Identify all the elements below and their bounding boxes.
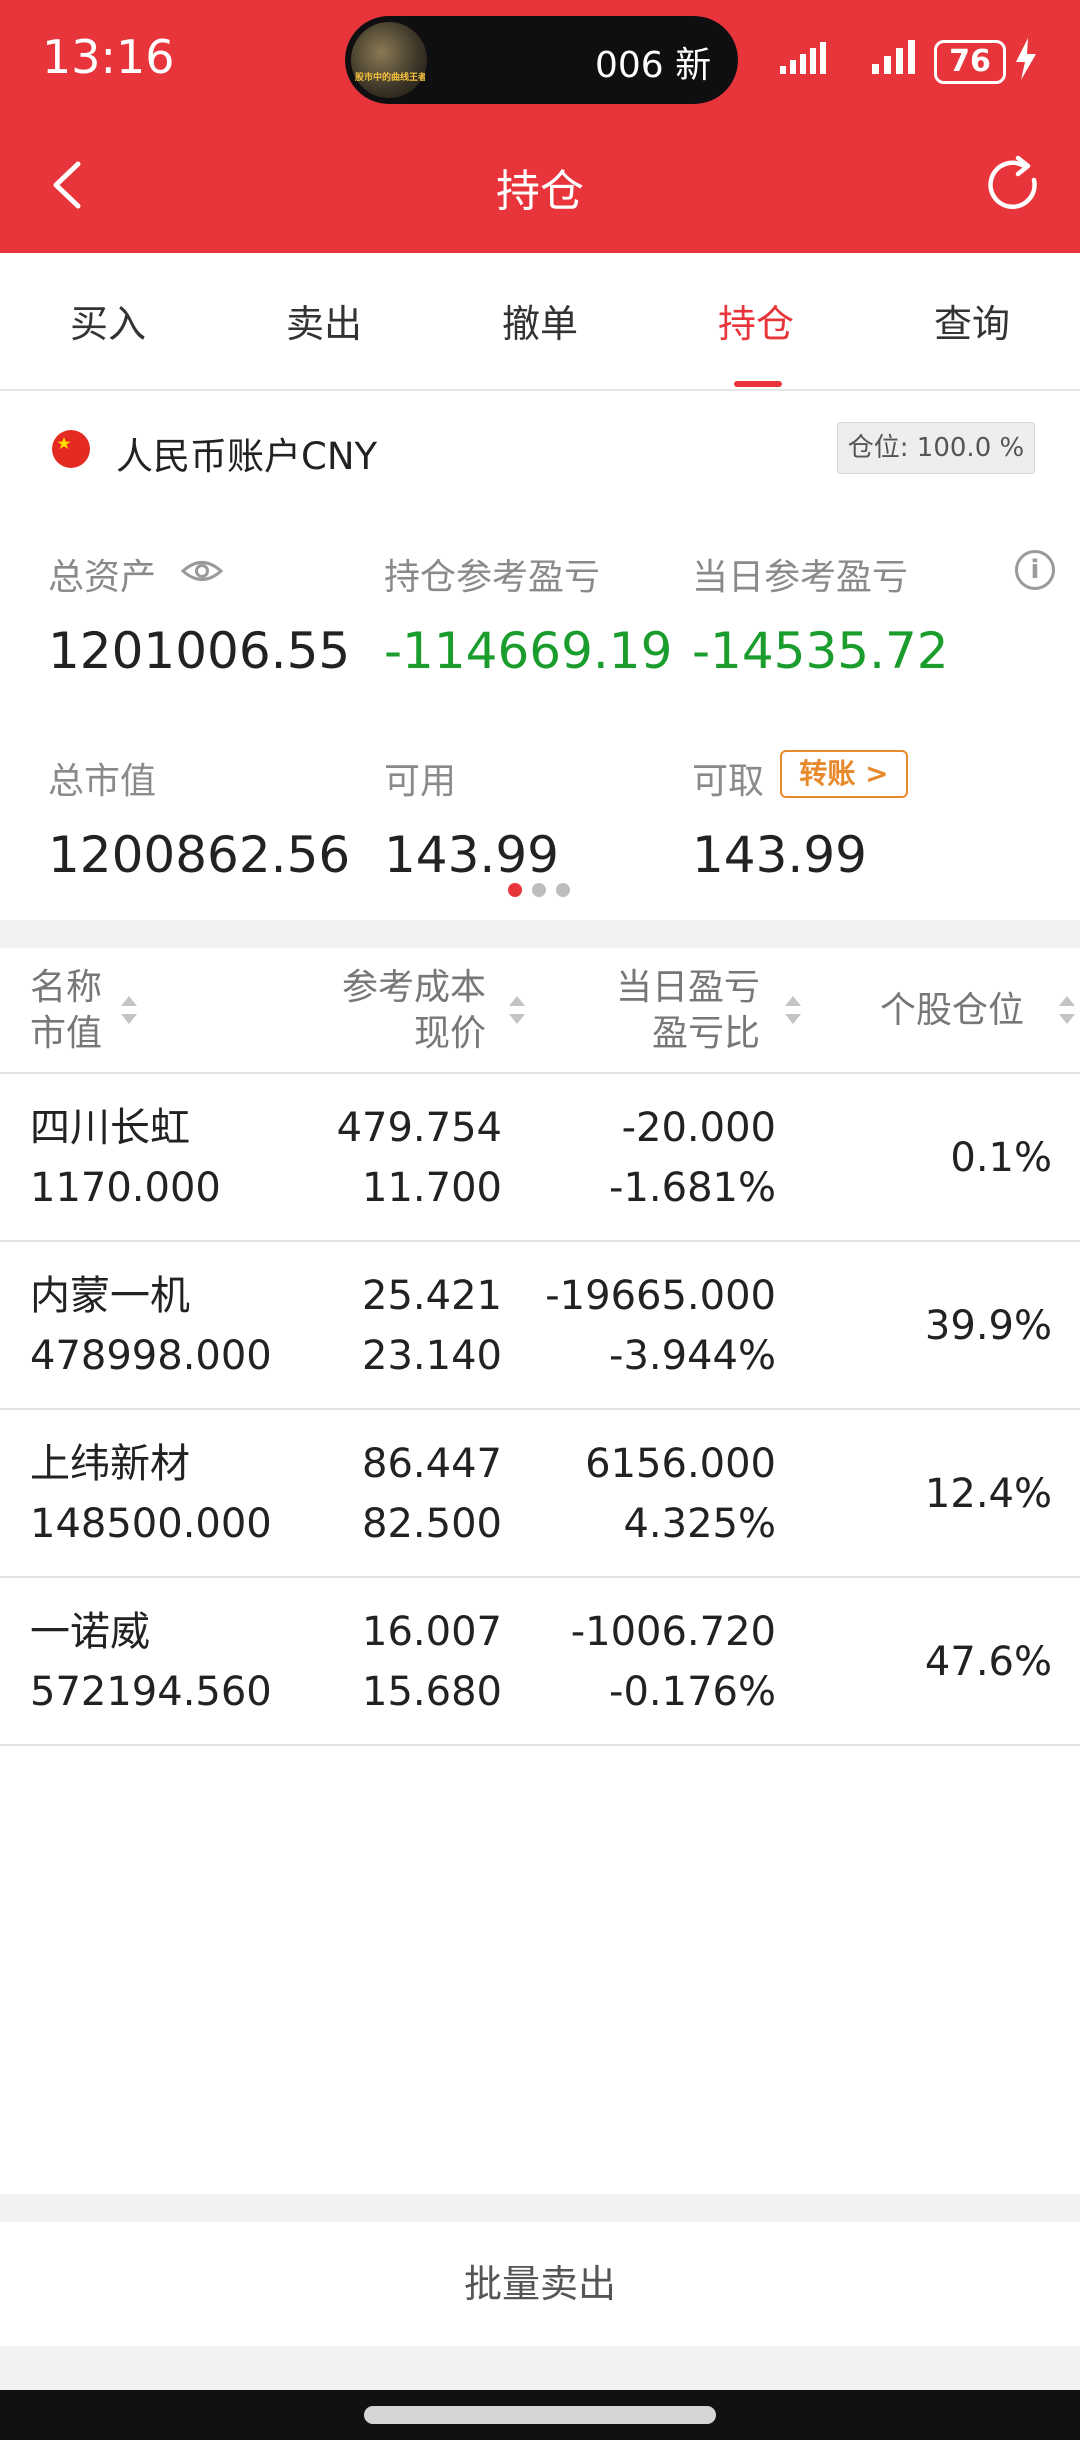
stock-cost: 479.754 <box>336 1105 502 1151</box>
china-flag-icon <box>52 430 90 468</box>
transfer-button[interactable]: 转账 > <box>780 750 908 798</box>
stock-market-value: 1170.000 <box>30 1165 221 1211</box>
sort-icon[interactable] <box>782 992 804 1028</box>
page-title: 持仓 <box>496 166 584 217</box>
header-pl-ratio[interactable]: 盈亏比 <box>560 1011 760 1057</box>
stock-pl-ratio: -3.944% <box>609 1333 776 1379</box>
stock-cost: 25.421 <box>362 1273 502 1319</box>
stock-name: 四川长虹 <box>30 1105 190 1151</box>
signal-icon-2 <box>872 40 915 74</box>
header-cost[interactable]: 参考成本 <box>280 965 486 1011</box>
header-price[interactable]: 现价 <box>280 1011 486 1057</box>
section-divider <box>0 920 1080 948</box>
header-name[interactable]: 名称 <box>30 965 102 1011</box>
home-indicator[interactable] <box>364 2406 716 2424</box>
withdrawable-value: 143.99 <box>692 826 867 884</box>
total-assets-value: 1201006.55 <box>48 622 351 680</box>
page-dot[interactable] <box>556 883 570 897</box>
stock-name: 上纬新材 <box>30 1441 190 1487</box>
battery-level: 76 <box>949 44 991 79</box>
stock-daily-pl: 6156.000 <box>585 1441 776 1487</box>
tab-cancel[interactable]: 撤单 <box>432 293 648 348</box>
daily-pl-value: -14535.72 <box>692 622 949 680</box>
stock-weight: 39.9% <box>924 1303 1052 1349</box>
tab-sell[interactable]: 卖出 <box>216 293 432 348</box>
stock-weight: 47.6% <box>924 1639 1052 1685</box>
section-divider <box>0 2194 1080 2222</box>
info-icon[interactable]: i <box>1015 550 1055 590</box>
stock-price: 15.680 <box>362 1669 502 1715</box>
status-time: 13:16 <box>42 30 175 84</box>
battery-icon: 76 <box>934 40 1006 84</box>
stock-pl-ratio: -0.176% <box>609 1669 776 1715</box>
media-thumbnail: 股市中的曲线王者 <box>351 22 427 98</box>
signal-icon <box>780 42 826 74</box>
eye-icon[interactable] <box>180 556 224 586</box>
charging-icon <box>1016 38 1036 80</box>
stock-weight: 0.1% <box>950 1135 1052 1181</box>
sort-icon[interactable] <box>118 992 140 1028</box>
stock-weight: 12.4% <box>924 1471 1052 1517</box>
holding-pl-value: -114669.19 <box>384 622 673 680</box>
total-assets-label: 总资产 <box>48 557 157 598</box>
active-tab-indicator <box>734 381 782 387</box>
market-value: 1200862.56 <box>48 826 351 884</box>
page-dot-active[interactable] <box>508 883 522 897</box>
available-value: 143.99 <box>384 826 559 884</box>
stock-name: 内蒙一机 <box>30 1273 190 1319</box>
thumbnail-text: 股市中的曲线王者 <box>355 73 425 83</box>
stock-market-value: 572194.560 <box>30 1669 272 1715</box>
stock-pl-ratio: -1.681% <box>609 1165 776 1211</box>
dynamic-island[interactable]: 股市中的曲线王者 006 新 <box>345 16 738 104</box>
market-value-label: 总市值 <box>48 761 157 802</box>
stock-daily-pl: -1006.720 <box>570 1609 776 1655</box>
header-market-value[interactable]: 市值 <box>30 1011 102 1057</box>
tab-query[interactable]: 查询 <box>864 293 1080 348</box>
stock-cost: 16.007 <box>362 1609 502 1655</box>
tab-buy[interactable]: 买入 <box>0 293 216 348</box>
header-daily-pl[interactable]: 当日盈亏 <box>560 965 760 1011</box>
refresh-icon[interactable] <box>980 150 1050 220</box>
section-divider <box>0 2346 1080 2390</box>
stock-price: 82.500 <box>362 1501 502 1547</box>
daily-pl-label: 当日参考盈亏 <box>692 557 909 598</box>
stock-market-value: 478998.000 <box>30 1333 272 1379</box>
sort-icon[interactable] <box>506 992 528 1028</box>
stock-cost: 86.447 <box>362 1441 502 1487</box>
header-weight[interactable]: 个股仓位 <box>880 988 1024 1034</box>
trade-tabs: 买入 卖出 撤单 持仓 查询 <box>0 253 1080 391</box>
sort-icon[interactable] <box>1056 992 1078 1028</box>
batch-sell-button[interactable]: 批量卖出 <box>0 2222 1080 2346</box>
available-label: 可用 <box>384 761 457 802</box>
stock-price: 23.140 <box>362 1333 502 1379</box>
island-text: 006 新 <box>595 45 712 86</box>
stock-daily-pl: -19665.000 <box>545 1273 776 1319</box>
stock-daily-pl: -20.000 <box>621 1105 776 1151</box>
stock-name: 一诺威 <box>30 1609 150 1655</box>
stock-market-value: 148500.000 <box>30 1501 272 1547</box>
tab-holdings[interactable]: 持仓 <box>648 293 864 348</box>
holding-pl-label: 持仓参考盈亏 <box>384 557 601 598</box>
stock-pl-ratio: 4.325% <box>623 1501 776 1547</box>
row-divider <box>0 1744 1080 1746</box>
stock-price: 11.700 <box>362 1165 502 1211</box>
page-dot[interactable] <box>532 883 546 897</box>
withdrawable-label: 可取 <box>692 761 765 802</box>
account-name[interactable]: 人民币账户CNY <box>116 426 377 480</box>
position-ratio-badge: 仓位: 100.0 % <box>837 422 1035 474</box>
